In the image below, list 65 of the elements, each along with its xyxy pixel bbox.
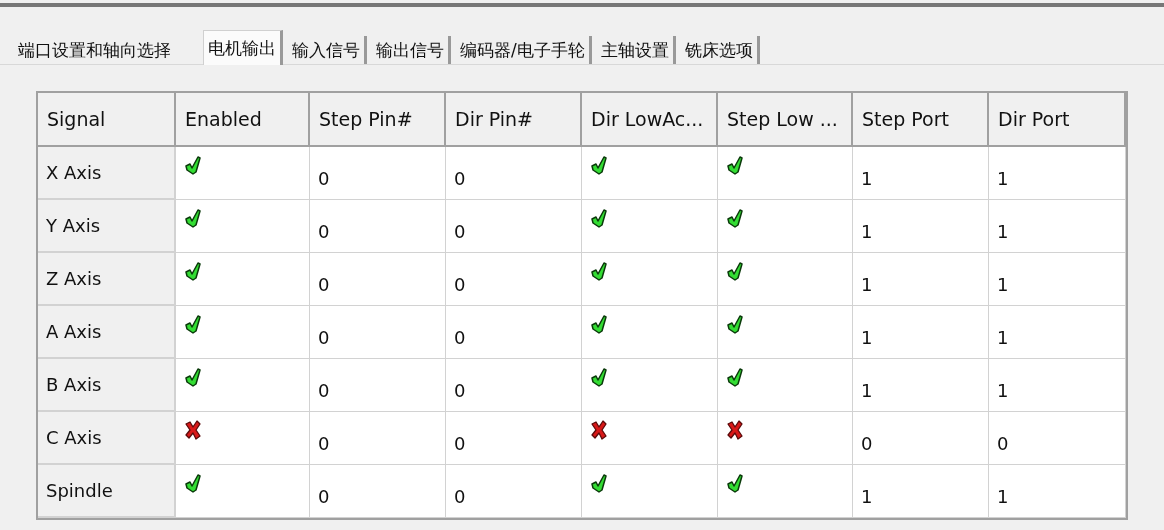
table-cell: 0 (310, 465, 446, 518)
check-icon[interactable] (184, 261, 202, 281)
check-icon[interactable] (184, 367, 202, 387)
check-icon[interactable] (590, 314, 608, 334)
check-icon[interactable] (726, 473, 744, 493)
table-cell: 0 (446, 465, 582, 518)
table-cell: 1 (989, 200, 1126, 253)
table-cell: 0 (446, 359, 582, 412)
table-cell: 0 (853, 412, 989, 465)
table-cell: 0 (446, 253, 582, 306)
cross-icon[interactable] (184, 420, 202, 440)
column-header[interactable]: Step Pin# (310, 93, 446, 147)
column-header[interactable]: Dir LowAc... (582, 93, 718, 147)
table-cell: 1 (853, 200, 989, 253)
row-header: C Axis (38, 412, 176, 465)
row-header: Y Axis (38, 200, 176, 253)
table-cell: 1 (989, 306, 1126, 359)
table-cell: 0 (310, 147, 446, 200)
table-cell: 0 (310, 359, 446, 412)
table-cell: 0 (310, 253, 446, 306)
check-icon[interactable] (726, 155, 744, 175)
column-header[interactable]: Enabled (176, 93, 310, 147)
check-icon[interactable] (726, 261, 744, 281)
table-cell: 0 (989, 412, 1126, 465)
table-cell: 1 (989, 253, 1126, 306)
table-cell: 0 (310, 306, 446, 359)
check-icon[interactable] (590, 367, 608, 387)
cross-icon[interactable] (726, 420, 744, 440)
check-icon[interactable] (726, 314, 744, 334)
tab[interactable]: 电机输出 (203, 30, 283, 65)
check-icon[interactable] (726, 367, 744, 387)
check-icon[interactable] (184, 314, 202, 334)
table-cell: 1 (989, 359, 1126, 412)
column-header[interactable]: Signal (38, 93, 176, 147)
column-header[interactable]: Dir Port (989, 93, 1126, 147)
check-icon[interactable] (184, 473, 202, 493)
row-header: A Axis (38, 306, 176, 359)
table-cell: 1 (853, 306, 989, 359)
table-cell: 0 (446, 306, 582, 359)
column-header[interactable]: Step Port (853, 93, 989, 147)
row-header: Z Axis (38, 253, 176, 306)
table-cell: 1 (989, 147, 1126, 200)
column-header[interactable]: Step Low ... (718, 93, 853, 147)
table-cell: 1 (989, 465, 1126, 518)
table-cell: 0 (310, 412, 446, 465)
table-cell: 1 (853, 253, 989, 306)
check-icon[interactable] (590, 473, 608, 493)
table-cell: 0 (446, 200, 582, 253)
table-cell: 0 (446, 147, 582, 200)
check-icon[interactable] (590, 261, 608, 281)
check-icon[interactable] (184, 208, 202, 228)
table-cell: 1 (853, 465, 989, 518)
check-icon[interactable] (184, 155, 202, 175)
table-cell: 0 (446, 412, 582, 465)
row-header: B Axis (38, 359, 176, 412)
table-cell: 1 (853, 147, 989, 200)
row-header: Spindle (38, 465, 176, 518)
row-header: X Axis (38, 147, 176, 200)
column-header[interactable]: Dir Pin# (446, 93, 582, 147)
table-cell: 0 (310, 200, 446, 253)
check-icon[interactable] (590, 208, 608, 228)
cross-icon[interactable] (590, 420, 608, 440)
check-icon[interactable] (590, 155, 608, 175)
check-icon[interactable] (726, 208, 744, 228)
table-cell: 1 (853, 359, 989, 412)
